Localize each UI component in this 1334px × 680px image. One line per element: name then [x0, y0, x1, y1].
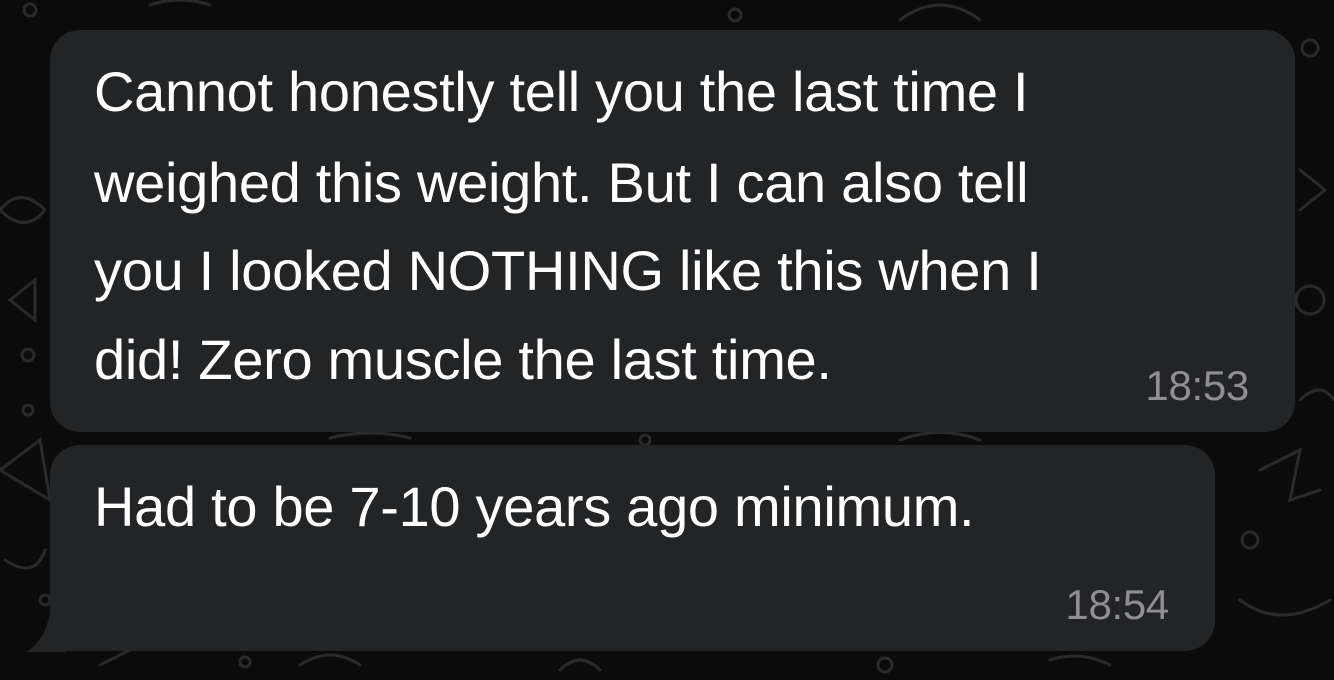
message-bubble[interactable]: Cannot honestly tell you the last time I… — [50, 30, 1295, 432]
message-text-line: you I looked NOTHING like this when I — [94, 239, 1042, 302]
message-timestamp: 18:54 — [1065, 581, 1169, 628]
message-timestamp: 18:53 — [1145, 362, 1249, 409]
message-text-line: Had to be 7-10 years ago minimum. — [94, 475, 975, 538]
message-text-line: did! Zero muscle the last time. — [94, 328, 832, 391]
message-text-line: Cannot honestly tell you the last time I — [94, 60, 1029, 123]
message-bubble[interactable]: Had to be 7-10 years ago minimum. 18:54 — [50, 445, 1215, 651]
message-text-line: weighed this weight. But I can also tell — [94, 151, 1029, 214]
